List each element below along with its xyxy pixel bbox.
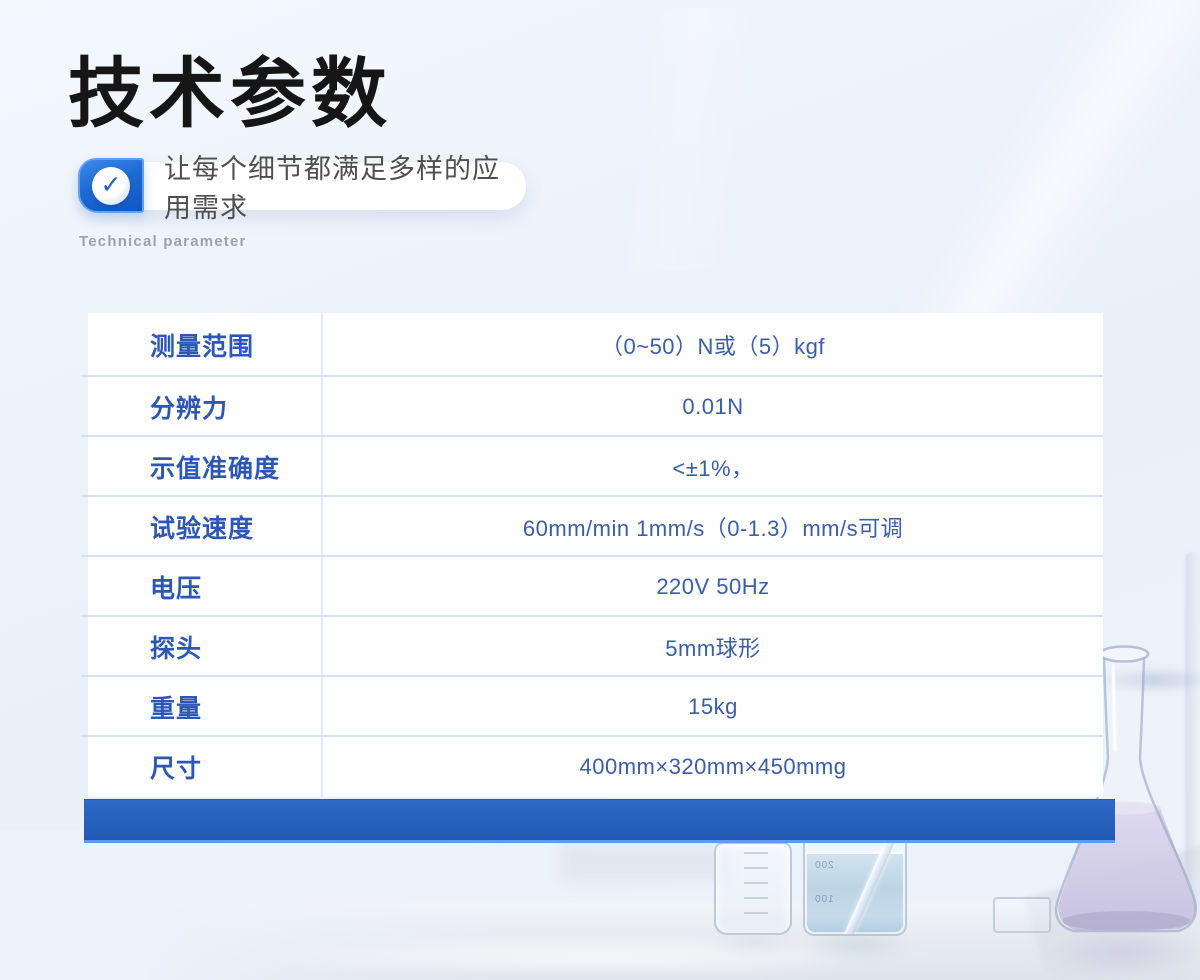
spec-label: 重量 bbox=[88, 677, 323, 737]
spec-label: 测量范围 bbox=[88, 313, 323, 377]
accent-bottom-bar bbox=[84, 799, 1115, 843]
reagent-bottle-graphic bbox=[714, 842, 792, 935]
table-row: 尺寸 400mm×320mm×450mmg bbox=[88, 737, 1103, 797]
spec-value: 5mm球形 bbox=[323, 617, 1103, 677]
spec-value: 220V 50Hz bbox=[323, 557, 1103, 617]
check-circle: ✓ bbox=[92, 167, 130, 205]
blurred-glassware bbox=[560, 842, 730, 882]
spec-table: 测量范围 （0~50）N或（5）kgf 分辨力 0.01N 示值准确度 <±1%… bbox=[88, 313, 1103, 797]
spec-label: 电压 bbox=[88, 557, 323, 617]
light-streak bbox=[314, 0, 1027, 288]
table-row: 探头 5mm球形 bbox=[88, 617, 1103, 677]
bottle-scale-ticks bbox=[744, 852, 768, 916]
tagline-pill: 让每个细节都满足多样的应用需求 bbox=[140, 162, 526, 210]
spec-value: <±1%， bbox=[323, 437, 1103, 497]
spec-label: 试验速度 bbox=[88, 497, 323, 557]
tagline-banner: 让每个细节都满足多样的应用需求 ✓ bbox=[78, 158, 538, 214]
spec-label: 示值准确度 bbox=[88, 437, 323, 497]
beaker-graphic: 200 100 bbox=[803, 836, 907, 936]
table-row: 示值准确度 <±1%， bbox=[88, 437, 1103, 497]
bench-shine bbox=[240, 936, 960, 978]
spec-label: 尺寸 bbox=[88, 737, 323, 797]
beaker-scale-mark: 200 bbox=[814, 860, 834, 871]
spec-value: 15kg bbox=[323, 677, 1103, 737]
spec-value: （0~50）N或（5）kgf bbox=[323, 313, 1103, 377]
spec-label: 分辨力 bbox=[88, 377, 323, 437]
spec-value: 60mm/min 1mm/s（0-1.3）mm/s可调 bbox=[323, 497, 1103, 557]
table-row: 分辨力 0.01N bbox=[88, 377, 1103, 437]
table-row: 电压 220V 50Hz bbox=[88, 557, 1103, 617]
check-badge: ✓ bbox=[78, 158, 144, 213]
spec-value: 400mm×320mm×450mmg bbox=[323, 737, 1103, 797]
spec-label: 探头 bbox=[88, 617, 323, 677]
table-row: 测量范围 （0~50）N或（5）kgf bbox=[88, 313, 1103, 377]
page-title: 技术参数 bbox=[68, 52, 392, 136]
spec-value: 0.01N bbox=[323, 377, 1103, 437]
product-spec-page: 200 100 技术参数 bbox=[0, 0, 1200, 980]
beaker-scale-mark: 100 bbox=[814, 894, 834, 905]
check-icon: ✓ bbox=[101, 170, 122, 200]
subtitle-english: Technical parameter bbox=[79, 233, 247, 250]
table-row: 重量 15kg bbox=[88, 677, 1103, 737]
table-row: 试验速度 60mm/min 1mm/s（0-1.3）mm/s可调 bbox=[88, 497, 1103, 557]
